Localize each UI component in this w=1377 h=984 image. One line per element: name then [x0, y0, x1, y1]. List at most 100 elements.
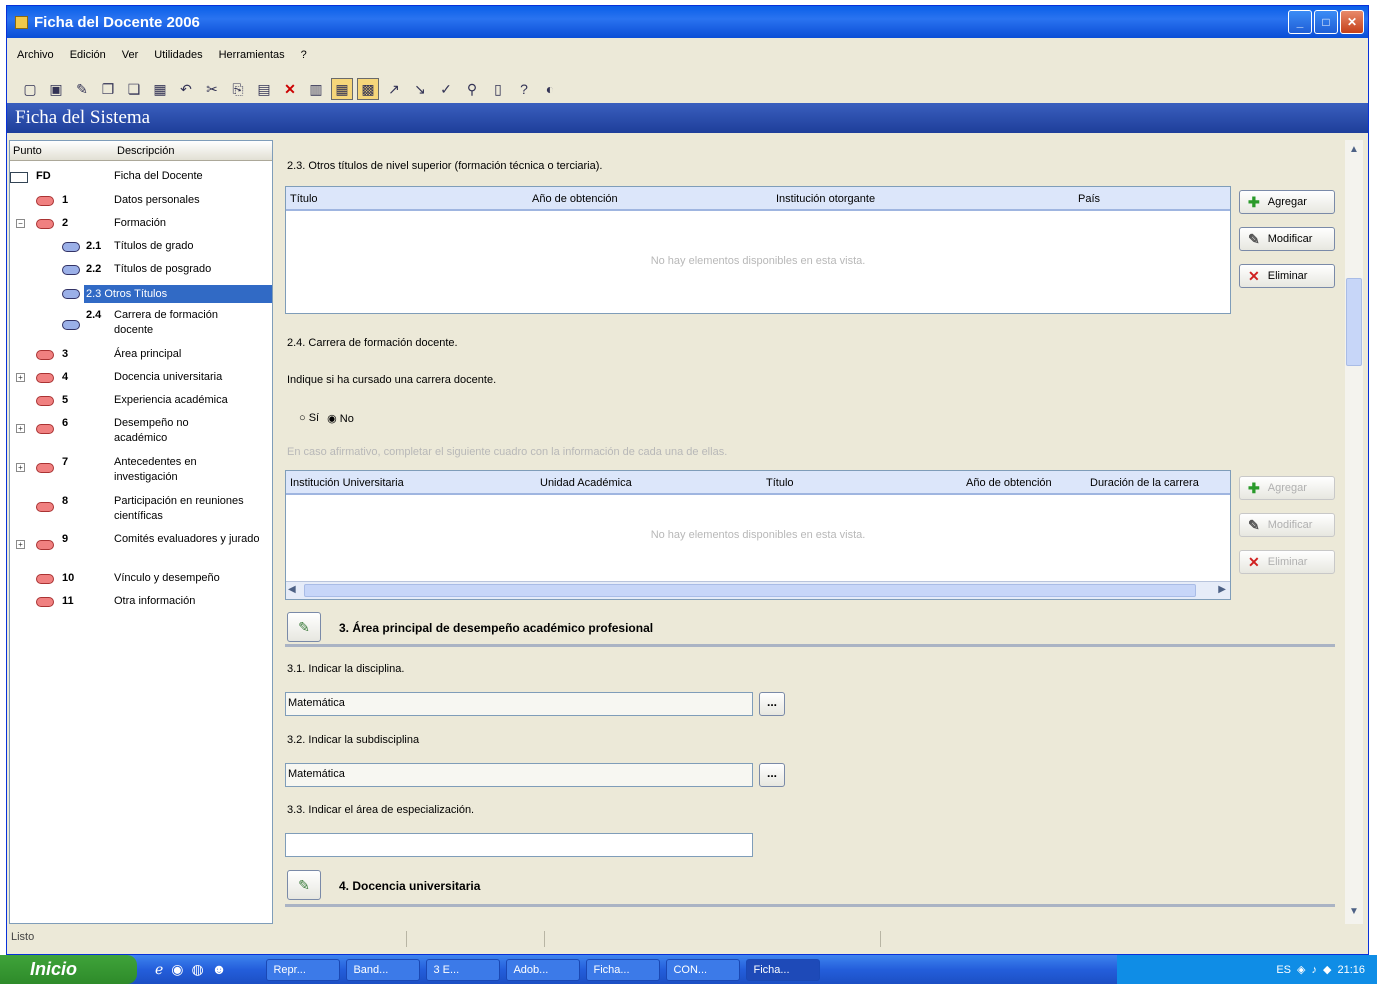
tree-item-4[interactable]: + 4 Docencia universitaria — [10, 370, 272, 386]
start-button[interactable]: Inicio — [0, 955, 137, 984]
disciplina-browse-button[interactable]: ... — [759, 692, 785, 716]
view-icon[interactable]: ▥ — [305, 78, 327, 100]
tree-item-11[interactable]: 11 Otra información — [10, 594, 272, 610]
tree-item-6[interactable]: + 6 Desempeño no académico — [10, 416, 272, 448]
col-duracion[interactable]: Duración de la carrera — [1090, 477, 1230, 489]
tree-item-2[interactable]: − 2 Formación — [10, 216, 272, 232]
menu-help[interactable]: ? — [301, 49, 307, 61]
section-3-toggle-button[interactable]: ✎ — [287, 612, 321, 642]
eliminar-carrera-button[interactable]: ✕ Eliminar — [1239, 550, 1335, 574]
save-icon[interactable]: ▦ — [149, 78, 171, 100]
tree-item-10[interactable]: 10 Vínculo y desempeño — [10, 571, 272, 587]
filter-icon[interactable]: ✓ — [435, 78, 457, 100]
paste2-icon[interactable]: ▤ — [253, 78, 275, 100]
close-button[interactable]: ✕ — [1340, 10, 1364, 34]
radio-si[interactable]: ○ Sí — [299, 412, 319, 425]
vertical-scrollbar[interactable]: ▲ ▼ — [1345, 140, 1363, 924]
maximize-button[interactable]: □ — [1314, 10, 1338, 34]
layout2-icon[interactable]: ▩ — [357, 78, 379, 100]
minimize-button[interactable]: _ — [1288, 10, 1312, 34]
paste-icon[interactable]: ❏ — [123, 78, 145, 100]
tree-item-8[interactable]: 8 Participación en reuniones científicas — [10, 494, 272, 526]
menu-archivo[interactable]: Archivo — [17, 49, 54, 61]
help-icon[interactable]: ? — [513, 78, 535, 100]
tree-item-2-3[interactable]: 2.3 Otros Títulos — [10, 285, 272, 303]
col-anio[interactable]: Año de obtención — [966, 477, 1052, 489]
scroll-thumb[interactable] — [1346, 278, 1362, 366]
horizontal-scrollbar[interactable]: ◀ ▶ — [286, 581, 1230, 599]
edit-icon[interactable]: ✎ — [71, 78, 93, 100]
task-item[interactable]: CON... — [666, 958, 741, 981]
language-indicator[interactable]: ES — [1276, 964, 1291, 976]
expand-icon[interactable]: + — [16, 424, 25, 433]
sort-asc-icon[interactable]: ↗ — [383, 78, 405, 100]
modificar-button[interactable]: ✎ Modificar — [1239, 227, 1335, 251]
new-icon[interactable]: ▢ — [19, 78, 41, 100]
task-item[interactable]: Band... — [346, 958, 421, 981]
eliminar-button[interactable]: ✕ Eliminar — [1239, 264, 1335, 288]
carrera-grid[interactable]: Institución Universitaria Unidad Académi… — [285, 470, 1231, 600]
cut-icon[interactable]: ✂ — [201, 78, 223, 100]
disciplina-field[interactable]: Matemática — [285, 692, 753, 716]
col-titulo[interactable]: Título — [290, 193, 318, 205]
scroll-left-icon[interactable]: ◀ — [288, 584, 296, 595]
tree-item-7[interactable]: + 7 Antecedentes en investigación — [10, 455, 272, 487]
col-institucion-univ[interactable]: Institución Universitaria — [290, 477, 404, 489]
scroll-thumb[interactable] — [304, 584, 1196, 597]
undo-icon[interactable]: ↶ — [175, 78, 197, 100]
tree-item-2-4[interactable]: 2.4 Carrera de formación docente — [10, 308, 272, 340]
copy-icon[interactable]: ❐ — [97, 78, 119, 100]
media-icon[interactable]: ◍ — [192, 961, 204, 978]
info-icon[interactable]: ◐ — [539, 78, 561, 100]
volume-icon[interactable]: ♪ — [1312, 964, 1318, 976]
agregar-carrera-button[interactable]: ✚ Agregar — [1239, 476, 1335, 500]
clock[interactable]: 21:16 — [1337, 964, 1365, 976]
messenger-icon[interactable]: ☻ — [212, 961, 227, 978]
expand-icon[interactable]: + — [16, 540, 25, 549]
col-institucion[interactable]: Institución otorgante — [776, 193, 875, 205]
tree-item-2-2[interactable]: 2.2 Títulos de posgrado — [10, 262, 272, 278]
layout1-icon[interactable]: ▦ — [331, 78, 353, 100]
agregar-button[interactable]: ✚ Agregar — [1239, 190, 1335, 214]
copy2-icon[interactable]: ⎘ — [227, 78, 249, 100]
tree-item-2-1[interactable]: 2.1 Títulos de grado — [10, 239, 272, 255]
delete-icon[interactable]: ✕ — [279, 78, 301, 100]
otros-titulos-grid[interactable]: Título Año de obtención Institución otor… — [285, 186, 1231, 314]
menu-edicion[interactable]: Edición — [70, 49, 106, 61]
open-icon[interactable]: ▣ — [45, 78, 67, 100]
tree-item-5[interactable]: 5 Experiencia académica — [10, 393, 272, 409]
find-icon[interactable]: ⚲ — [461, 78, 483, 100]
expand-icon[interactable]: + — [16, 373, 25, 382]
print-icon[interactable]: ▯ — [487, 78, 509, 100]
task-item-active[interactable]: Ficha... — [746, 958, 821, 981]
task-item[interactable]: Repr... — [266, 958, 341, 981]
tree-item-1[interactable]: 1 Datos personales — [10, 193, 272, 209]
expand-icon[interactable]: + — [16, 463, 25, 472]
col-anio[interactable]: Año de obtención — [532, 193, 618, 205]
desktop-icon[interactable]: ◉ — [171, 961, 183, 978]
sort-desc-icon[interactable]: ↘ — [409, 78, 431, 100]
scroll-up-icon[interactable]: ▲ — [1347, 144, 1361, 158]
task-item[interactable]: 3 E... — [426, 958, 501, 981]
modificar-carrera-button[interactable]: ✎ Modificar — [1239, 513, 1335, 537]
scroll-down-icon[interactable]: ▼ — [1347, 906, 1361, 920]
subdisciplina-field[interactable]: Matemática — [285, 763, 753, 787]
col-punto[interactable]: Punto — [10, 145, 114, 157]
menu-ver[interactable]: Ver — [122, 49, 139, 61]
col-unidad[interactable]: Unidad Académica — [540, 477, 632, 489]
especializacion-field[interactable] — [285, 833, 753, 857]
menu-herramientas[interactable]: Herramientas — [219, 49, 285, 61]
ie-icon[interactable]: ℯ — [155, 961, 163, 978]
tree-item-9[interactable]: + 9 Comités evaluadores y jurado — [10, 532, 272, 564]
menu-utilidades[interactable]: Utilidades — [154, 49, 202, 61]
col-pais[interactable]: País — [1078, 193, 1100, 205]
radio-no[interactable]: ◉ No — [327, 412, 354, 425]
section-4-toggle-button[interactable]: ✎ — [287, 870, 321, 900]
tree-item-3[interactable]: 3 Área principal — [10, 347, 272, 363]
task-item[interactable]: Adob... — [506, 958, 581, 981]
col-titulo[interactable]: Título — [766, 477, 794, 489]
col-descripcion[interactable]: Descripción — [114, 145, 174, 157]
task-item[interactable]: Ficha... — [586, 958, 661, 981]
security-icon[interactable]: ◆ — [1323, 963, 1331, 976]
expand-icon[interactable]: − — [16, 219, 25, 228]
